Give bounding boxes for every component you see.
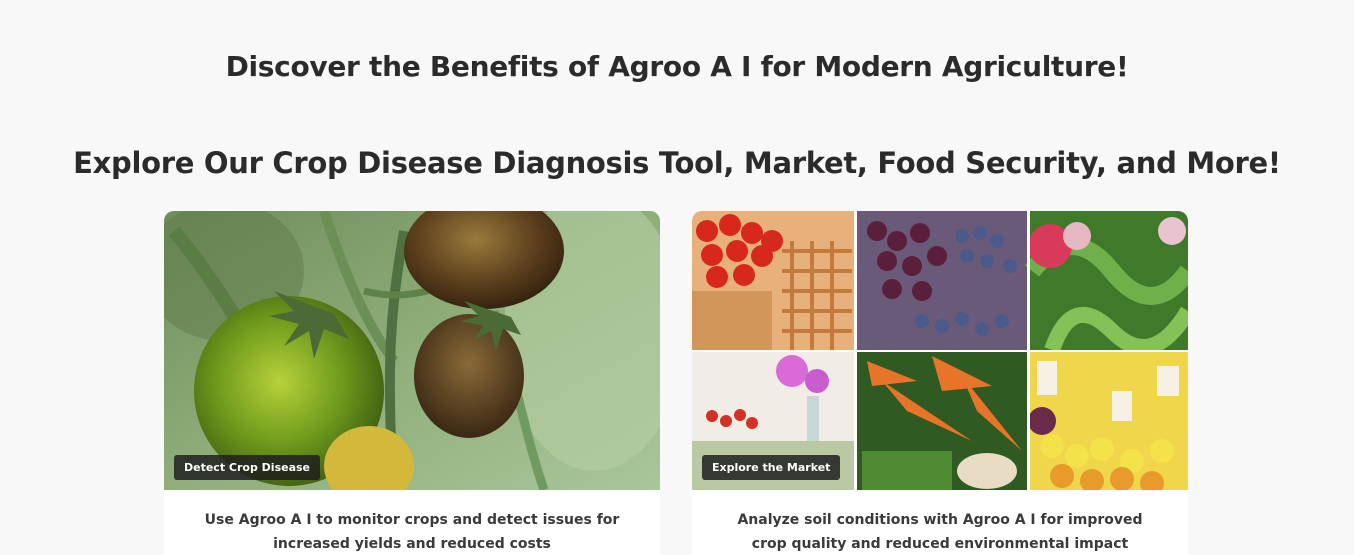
tomato-disease-image[interactable]: Detect Crop Disease [164, 211, 660, 490]
market-collage-illustration [692, 211, 1188, 490]
card-market[interactable]: Explore the Market Analyze soil conditio… [692, 211, 1188, 555]
detect-crop-disease-badge[interactable]: Detect Crop Disease [174, 455, 321, 480]
page: Discover the Benefits of Agroo A I for M… [0, 0, 1354, 555]
hero-title: Discover the Benefits of Agroo A I for M… [225, 50, 1129, 83]
explore-market-badge[interactable]: Explore the Market [702, 455, 841, 480]
card-description: Analyze soil conditions with Agroo A I f… [737, 512, 1143, 552]
card-crop-disease[interactable]: Detect Crop Disease Use Agroo A I to mon… [164, 211, 660, 555]
section-title: Explore Our Crop Disease Diagnosis Tool,… [73, 146, 1281, 180]
tomato-illustration [164, 211, 660, 490]
card-description: Use Agroo A I to monitor crops and detec… [204, 512, 620, 552]
market-produce-image[interactable]: Explore the Market [692, 211, 1188, 490]
